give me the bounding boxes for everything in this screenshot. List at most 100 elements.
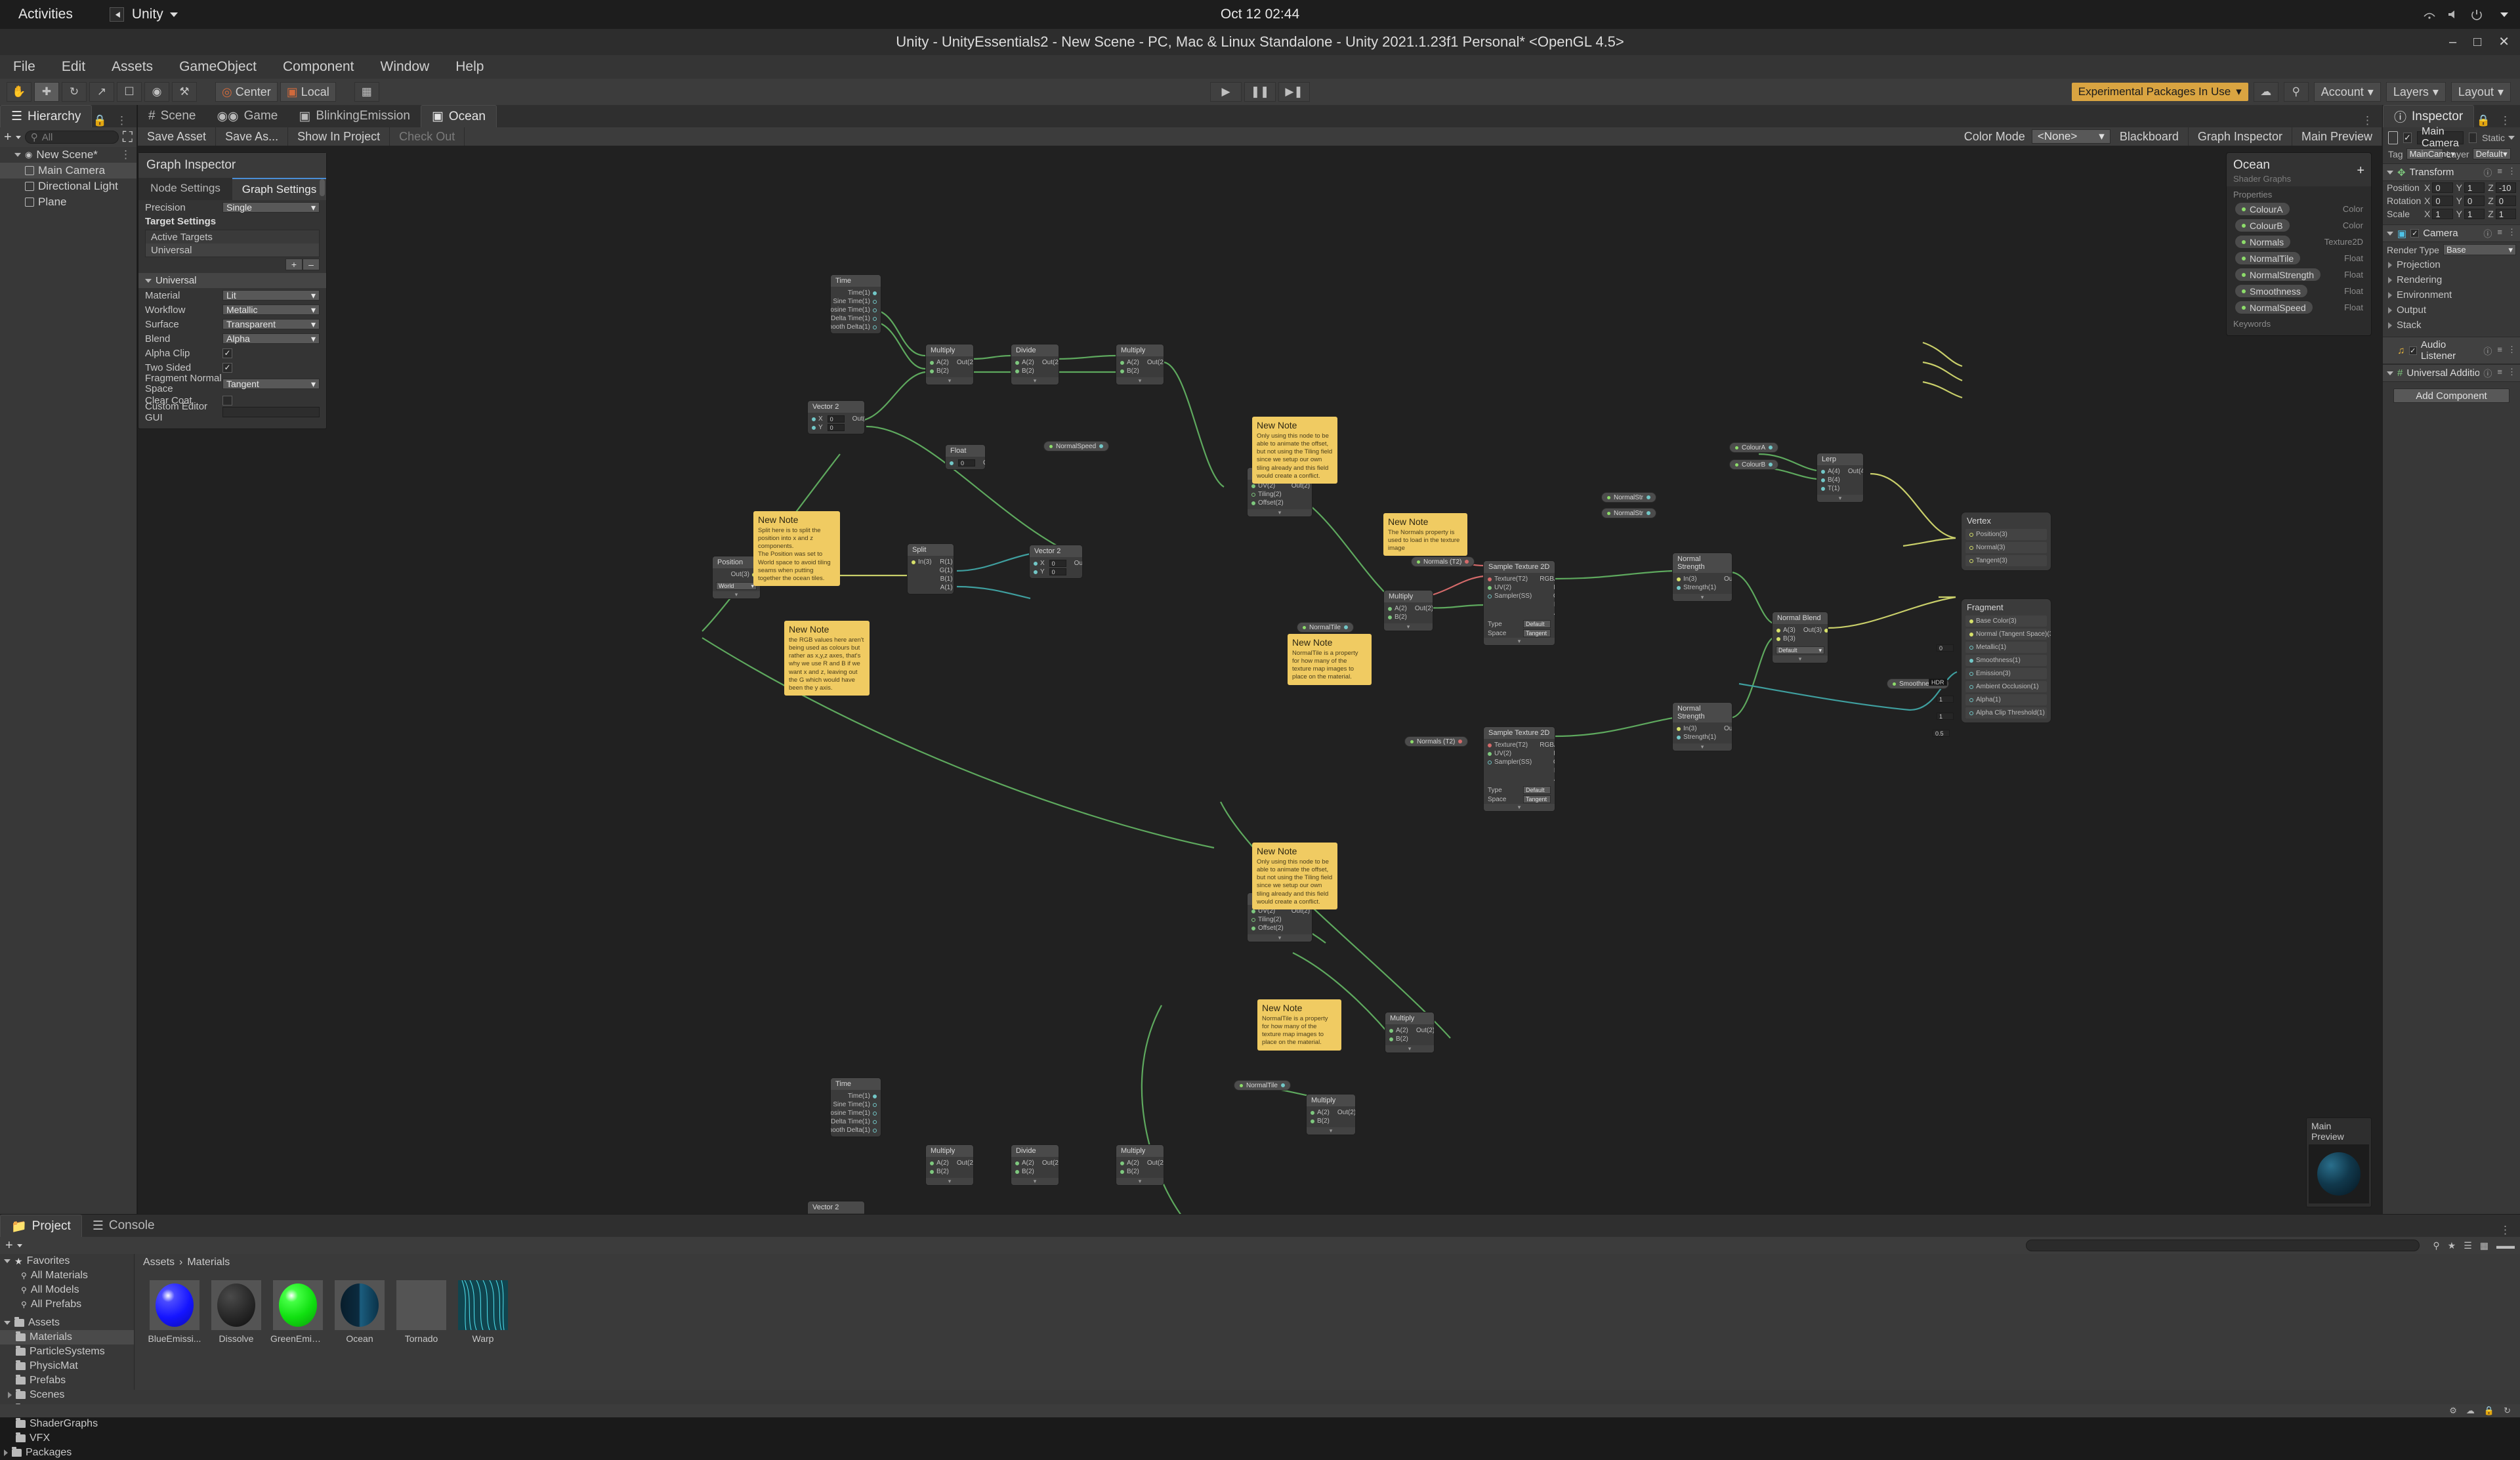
node-port[interactable] [1458, 740, 1463, 743]
node-port[interactable]: B(1) [1550, 600, 1555, 609]
shader-graph-canvas[interactable]: Time Time(1) Sine Time(1) Cosine Time(1)… [138, 146, 2382, 1214]
node-multiply-bottom-1[interactable]: Multiply A(2) B(2) Out(2) ▾ [925, 1144, 974, 1186]
project-folder-materials[interactable]: Materials [0, 1330, 134, 1345]
scale-y-input[interactable]: 1 [2464, 209, 2485, 219]
account-button[interactable]: Account ▾ [2313, 82, 2381, 102]
node-port[interactable]: Offset(2) [1248, 924, 1288, 932]
node-port[interactable]: RGBA(4) [1536, 741, 1555, 749]
sticky-note-tiling-top[interactable]: New Note Only using this node to be able… [1252, 417, 1337, 484]
chevron-down-icon[interactable] [16, 1243, 22, 1247]
blackboard-property-normalstrength[interactable]: NormalStrength Float [2227, 266, 2371, 283]
rotation-x-input[interactable]: 0 [2432, 196, 2453, 206]
node-normal-strength-1[interactable]: Normal Strength In(3) Strength(1) Out(3)… [1672, 553, 1732, 602]
remove-target-button[interactable]: – [303, 259, 320, 270]
node-port[interactable]: Strength(1) [1673, 583, 1720, 592]
node-port[interactable]: Time(1) [844, 1092, 881, 1100]
material-select[interactable]: Lit ▾ [222, 290, 320, 301]
camera-fold-output[interactable]: Output [2383, 302, 2520, 318]
node-port[interactable]: B(2) [1116, 367, 1143, 375]
space-select[interactable]: Tangent [1523, 629, 1551, 637]
node-port[interactable]: Strength(1) [1673, 733, 1720, 741]
camera-fold-stack[interactable]: Stack [2383, 318, 2520, 333]
sticky-note-split[interactable]: New Note Split here is to split the posi… [753, 511, 840, 587]
node-port[interactable]: Tiling(2) [1248, 915, 1288, 924]
node-expand-icon[interactable]: ▾ [1773, 656, 1828, 663]
node-port[interactable]: Delta Time(1) [831, 314, 881, 323]
lock-icon[interactable]: 🔒 [93, 114, 107, 127]
project-folder-shadergraphs[interactable]: ShaderGraphs [0, 1417, 134, 1431]
position-x-input[interactable]: 0 [2432, 182, 2453, 193]
node-port[interactable]: B(2) [1116, 1167, 1143, 1176]
menu-component[interactable]: Component [279, 58, 358, 76]
node-port[interactable]: Out(2) [1143, 1159, 1164, 1167]
two-sided-checkbox[interactable]: ✓ [222, 362, 232, 373]
add-target-button[interactable]: + [285, 259, 303, 270]
property-node-normaltile-bottom[interactable]: NormalTile [1234, 1080, 1291, 1091]
sticky-note-normals-prop[interactable]: New Note The Normals property is used to… [1383, 513, 1467, 556]
node-expand-icon[interactable]: ▾ [1384, 623, 1433, 631]
camera-fold-rendering[interactable]: Rendering [2383, 272, 2520, 287]
camera-fold-projection[interactable]: Projection [2383, 257, 2520, 272]
layer-select[interactable]: Default ▾ [2472, 148, 2511, 159]
tab-blinkingemission[interactable]: ▣ BlinkingEmission [288, 105, 421, 127]
node-expand-icon[interactable]: ▾ [1248, 934, 1312, 942]
node-port[interactable]: Out(3) [1799, 626, 1828, 635]
breadcrumb-assets[interactable]: Assets [143, 1257, 175, 1268]
preset-icon[interactable]: ≡ [2497, 166, 2502, 178]
chevron-right-icon[interactable] [4, 1450, 8, 1456]
blackboard-property-normalspeed[interactable]: NormalSpeed Float [2227, 299, 2371, 316]
node-port[interactable]: In(3) [1673, 575, 1720, 583]
node-expand-icon[interactable]: ▾ [1817, 495, 1863, 502]
volume-icon[interactable] [2446, 8, 2460, 21]
lock-icon[interactable]: 🔒 [2477, 114, 2490, 127]
handle-space-button[interactable]: ▣ Local [280, 82, 336, 102]
zoom-slider[interactable]: ▬▬ [2496, 1240, 2515, 1251]
property-node-normals[interactable]: Normals (T2) [1411, 556, 1475, 567]
render-type-select[interactable]: Base ▾ [2443, 244, 2516, 255]
node-port[interactable]: X0 [1030, 559, 1070, 568]
object-active-checkbox[interactable]: ✓ [2403, 133, 2412, 143]
component-header-camera[interactable]: ▣ ✓ Camera ⓘ ≡ ⋮ [2383, 224, 2520, 242]
help-icon[interactable]: ⓘ [2483, 166, 2492, 178]
surface-select[interactable]: Transparent ▾ [222, 319, 320, 329]
node-port[interactable]: Out(4) [1844, 467, 1863, 476]
node-port[interactable]: Out(2) [1334, 1108, 1355, 1117]
play-button[interactable]: ▶ [1210, 82, 1242, 102]
node-port[interactable]: A(2) [1116, 358, 1143, 367]
precision-select[interactable]: Single ▾ [222, 202, 320, 213]
help-icon[interactable]: ⓘ [2483, 344, 2492, 357]
node-port[interactable]: Sampler(SS) [1484, 758, 1536, 766]
custom-tool-icon[interactable]: ⚒ [172, 82, 197, 102]
preset-icon[interactable]: ≡ [2497, 344, 2502, 357]
asset-item[interactable]: BlueEmissi... [148, 1280, 201, 1344]
rect-tool-icon[interactable]: ☐ [117, 82, 142, 102]
rotation-z-input[interactable]: 0 [2495, 196, 2516, 206]
master-port-base-color[interactable]: Base Color(3) [1965, 615, 2047, 627]
sticky-note-tiling-bottom[interactable]: New Note Only using this node to be able… [1252, 843, 1337, 909]
collab-icon[interactable]: ☁ [2466, 1406, 2475, 1416]
node-port[interactable]: Out(2) [1070, 559, 1082, 568]
node-lerp[interactable]: Lerp A(4) B(4) T(1) Out(4) ▾ [1816, 453, 1864, 503]
layers-button[interactable]: Layers ▾ [2385, 82, 2446, 102]
node-vector2-top[interactable]: Vector 2 X0 Y0 Out(2) [807, 400, 865, 434]
menu-file[interactable]: File [9, 58, 39, 76]
transform-tool-icon[interactable]: ◉ [144, 82, 169, 102]
component-header-audio-listener[interactable]: ♫ ✓ Audio Listener ⓘ ≡ ⋮ [2383, 337, 2520, 364]
master-port-position[interactable]: Position(3) [1965, 529, 2047, 540]
tab-console[interactable]: ☰ Console [81, 1215, 165, 1237]
node-port[interactable]: Out(2) [1143, 358, 1164, 367]
layout-button[interactable]: Layout ▾ [2450, 82, 2511, 102]
chevron-down-icon[interactable] [2387, 371, 2393, 375]
hierarchy-popout-icon[interactable]: ⛶ [123, 129, 133, 146]
node-multiply-bottom-2[interactable]: Multiply A(2) B(2) Out(2) ▾ [1116, 1144, 1164, 1186]
node-port[interactable]: Tiling(2) [1248, 490, 1288, 499]
type-select[interactable]: Default [1523, 620, 1551, 628]
chevron-down-icon[interactable] [2508, 136, 2515, 140]
activities-button[interactable]: Activities [18, 7, 73, 22]
asset-item[interactable]: Ocean [335, 1280, 385, 1344]
position-y-input[interactable]: 1 [2464, 182, 2485, 193]
node-port[interactable]: B(4) [1817, 476, 1844, 484]
node-port[interactable]: RGBA(4) [1536, 575, 1555, 583]
node-expand-icon[interactable]: ▾ [1011, 377, 1059, 385]
node-port[interactable] [1343, 625, 1348, 629]
